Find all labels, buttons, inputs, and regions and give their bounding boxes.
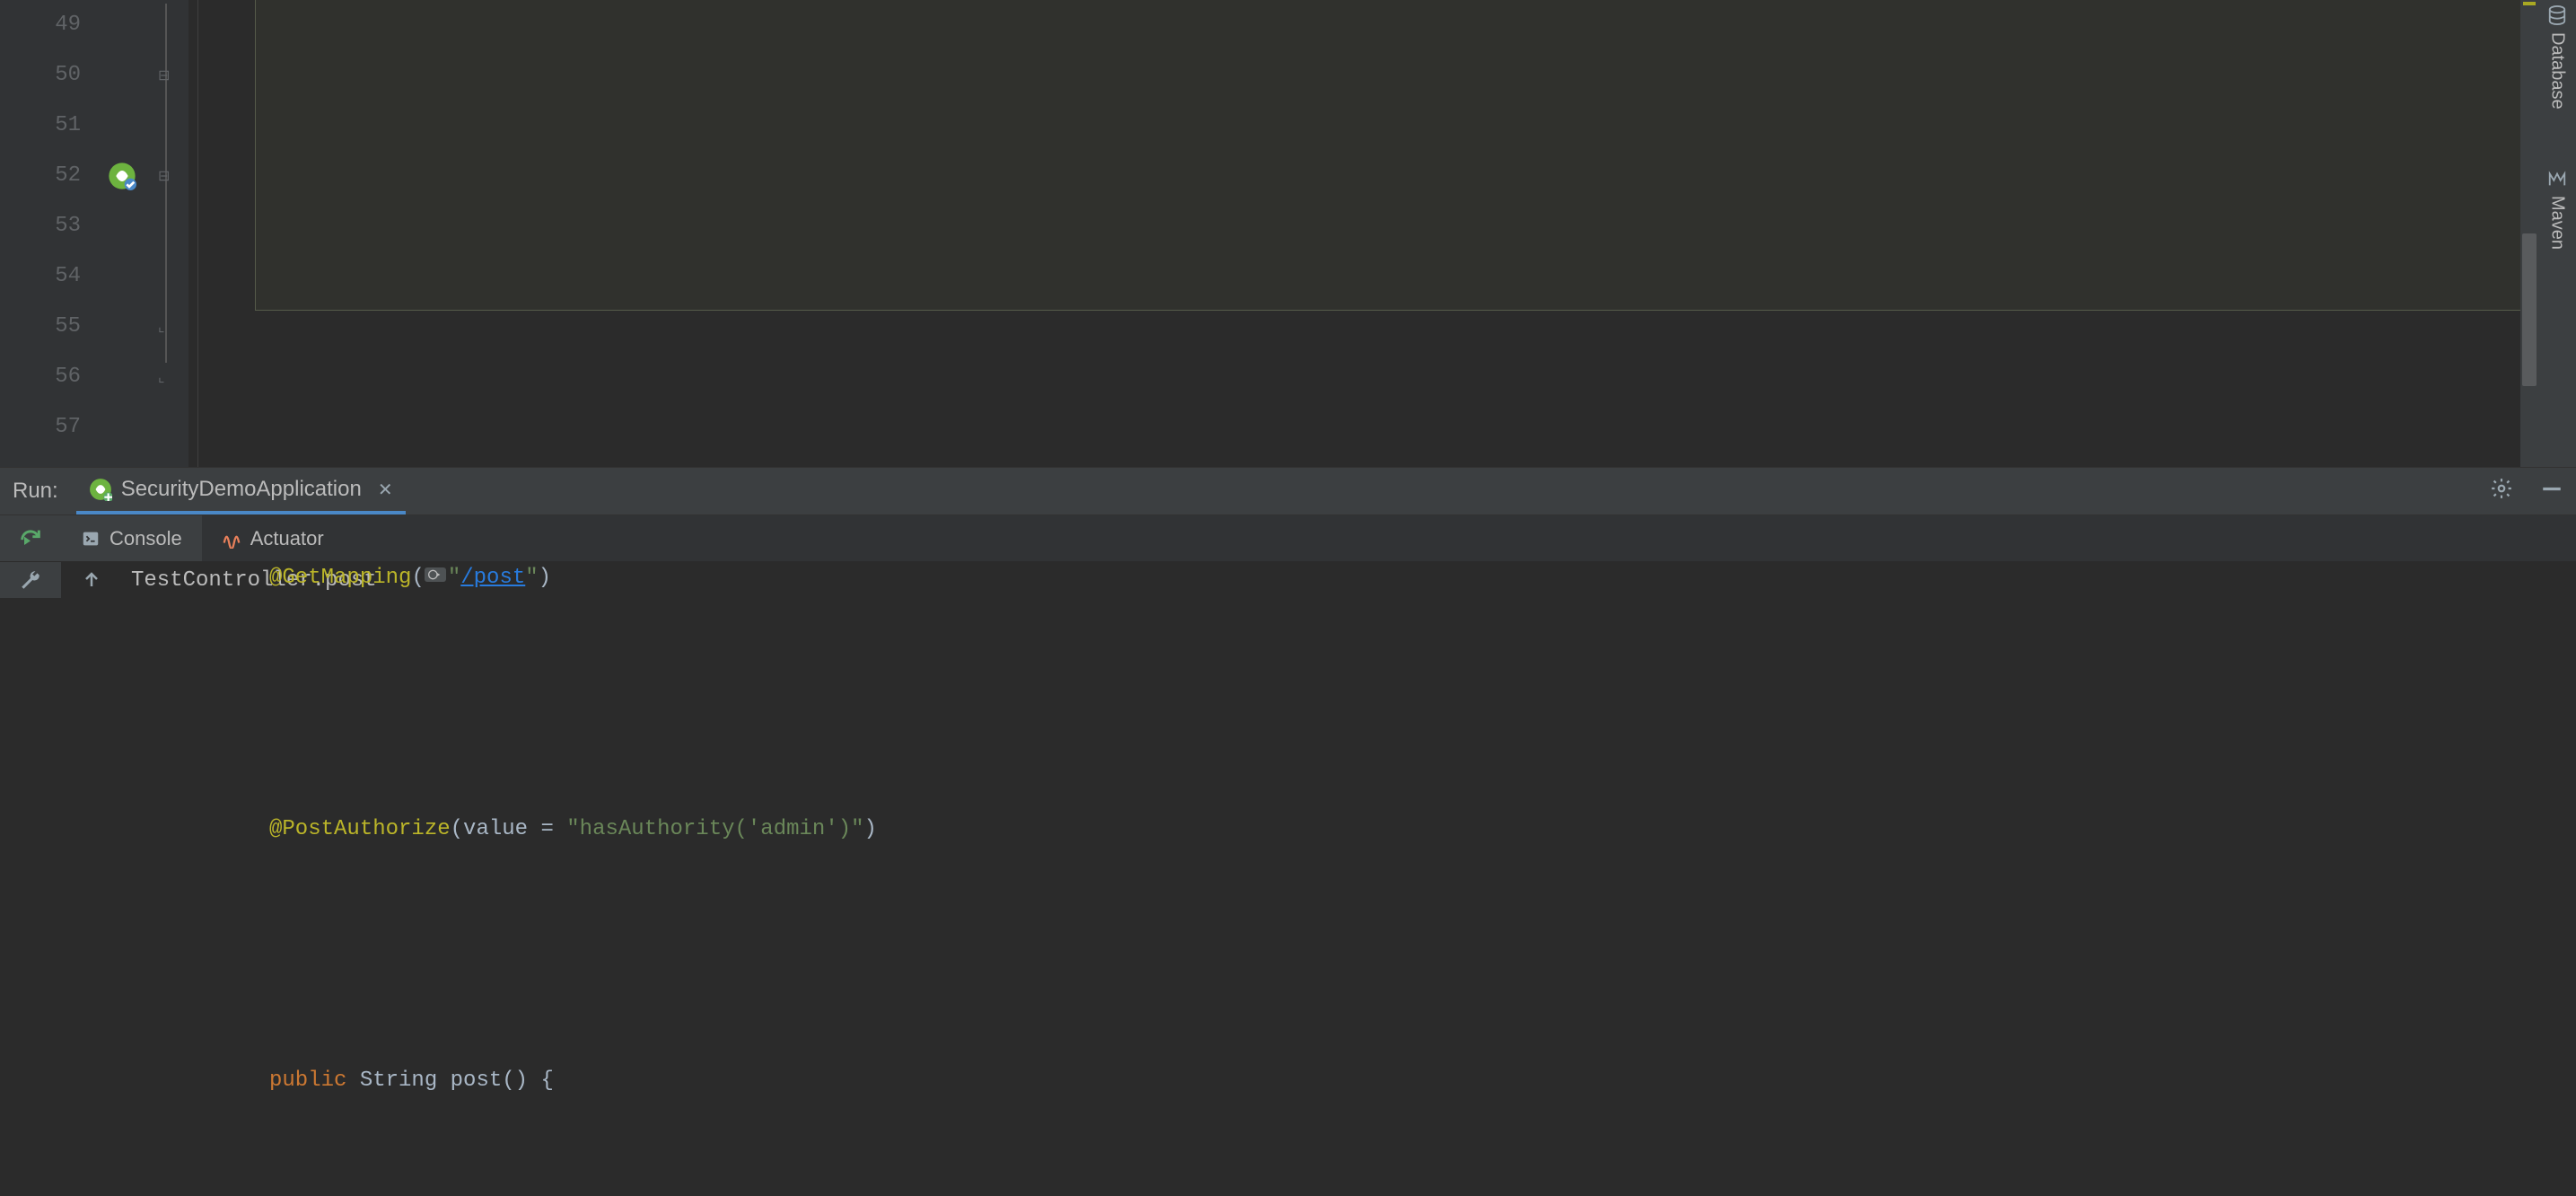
- minimize-icon[interactable]: [2540, 477, 2563, 506]
- wrench-button[interactable]: [0, 562, 61, 598]
- fold-end-icon[interactable]: ⌞: [158, 302, 165, 352]
- tool-window-maven[interactable]: Maven: [2547, 163, 2568, 250]
- line-number: 52: [0, 151, 81, 201]
- database-icon: [2547, 5, 2567, 25]
- selection-outline: [255, 0, 2529, 311]
- line-number: 55: [0, 302, 81, 352]
- tab-console[interactable]: Console: [61, 515, 202, 561]
- line-number: 49: [0, 0, 81, 50]
- line-number: 53: [0, 201, 81, 251]
- line-number: 56: [0, 352, 81, 402]
- code-line: @GetMapping("/post"): [197, 553, 2520, 603]
- run-config-tab[interactable]: SecurityDemoApplication ✕: [76, 468, 406, 514]
- rerun-button[interactable]: [0, 515, 61, 561]
- line-number: 51: [0, 101, 81, 151]
- editor-scrollbar[interactable]: [2520, 0, 2538, 467]
- line-number: 57: [0, 402, 81, 453]
- maven-icon: [2547, 169, 2567, 189]
- code-line: public String post() {: [197, 1056, 2520, 1106]
- close-tab-icon[interactable]: ✕: [378, 479, 393, 501]
- settings-icon[interactable]: [2490, 477, 2513, 506]
- code-editor[interactable]: @GetMapping("/post") @PostAuthorize(valu…: [188, 0, 2520, 467]
- right-toolbar: Database Maven: [2538, 0, 2576, 467]
- line-number-gutter: 49 50 51 52 53 54 55 56 57: [0, 0, 99, 467]
- gutter-icons: [99, 0, 153, 467]
- code-line: @PostAuthorize(value = "hasAuthority('ad…: [197, 805, 2520, 855]
- fold-marker-icon[interactable]: ⊟: [158, 50, 170, 101]
- http-method-icon[interactable]: [425, 567, 446, 582]
- spring-bean-icon[interactable]: [108, 162, 136, 190]
- scroll-to-top-button[interactable]: [61, 562, 122, 598]
- run-tool-window-header: Run: SecurityDemoApplication ✕: [0, 467, 2576, 515]
- run-config-name: SecurityDemoApplication: [121, 477, 362, 502]
- line-number: 50: [0, 50, 81, 101]
- line-number: 54: [0, 251, 81, 302]
- console-icon: [81, 529, 101, 549]
- tool-window-database[interactable]: Database: [2547, 0, 2568, 110]
- fold-marker-icon[interactable]: ⊟: [158, 151, 170, 201]
- spring-boot-icon: [89, 478, 112, 501]
- warning-mark-icon[interactable]: [2523, 2, 2536, 5]
- scroll-thumb[interactable]: [2522, 233, 2537, 386]
- run-label: Run:: [13, 479, 58, 504]
- fold-end-icon[interactable]: ⌞: [158, 352, 165, 402]
- fold-column: ⊟ ⊟ ⌞ ⌞: [153, 0, 188, 467]
